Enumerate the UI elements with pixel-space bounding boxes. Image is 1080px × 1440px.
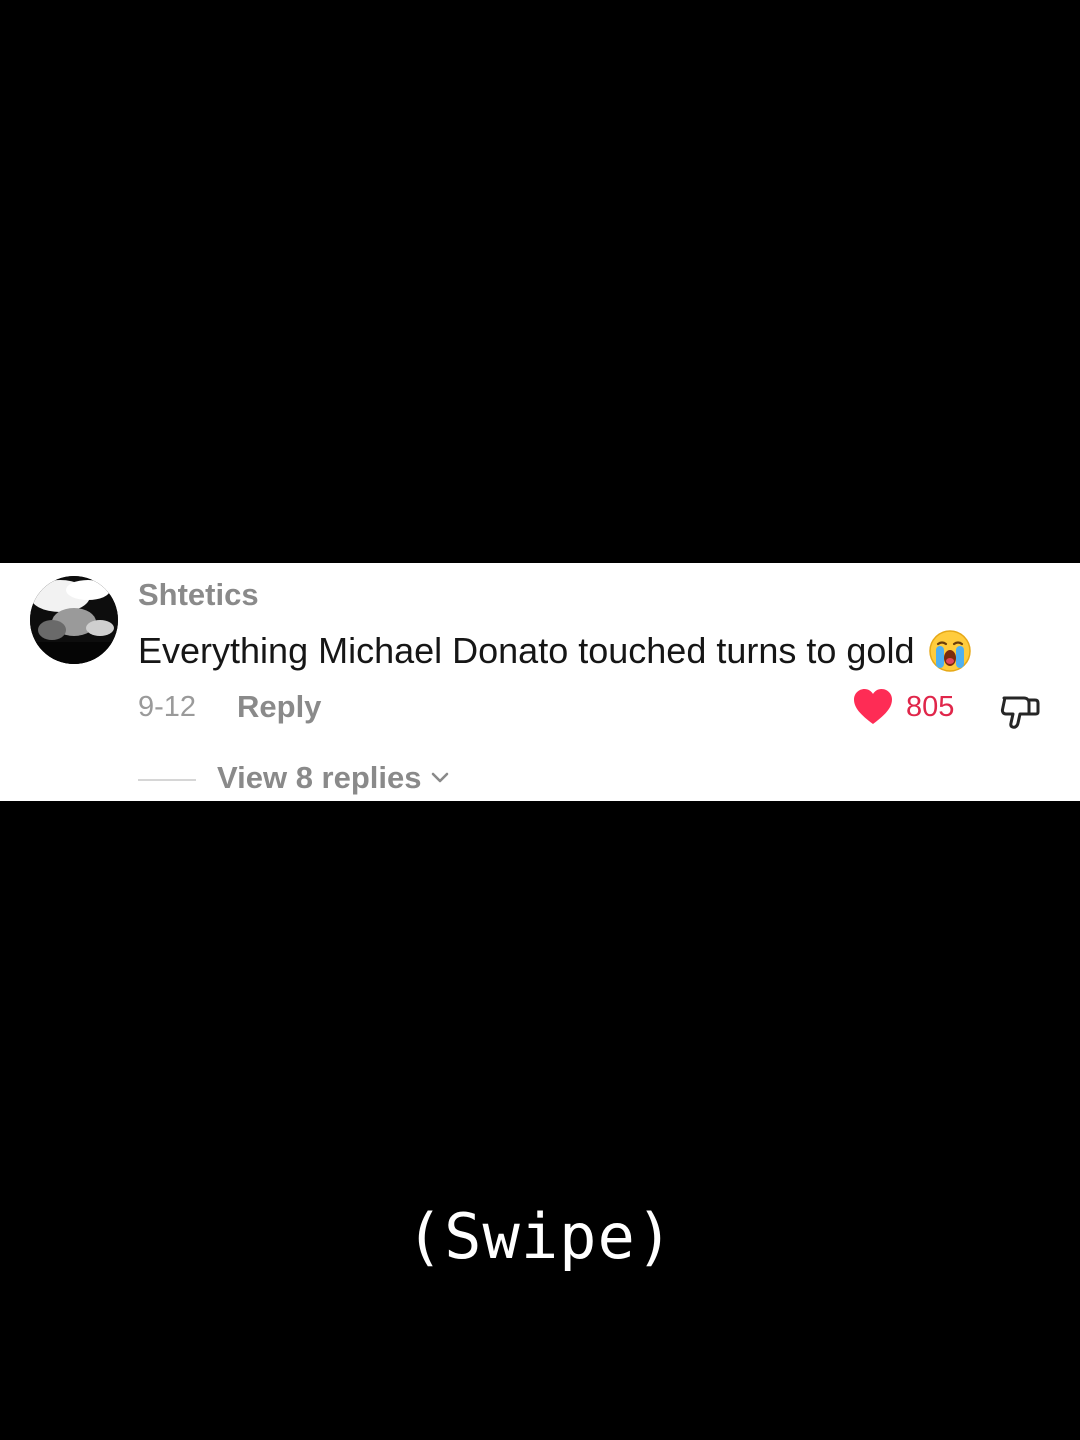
comment-body: Everything Michael Donato touched turns … [138,629,972,673]
loudly-crying-face-icon [929,630,972,672]
comment-card: Shtetics Everything Michael Donato touch… [0,563,1080,801]
chevron-down-icon [431,772,448,783]
thumbs-down-icon[interactable] [998,690,1042,734]
comment-username[interactable]: Shtetics [138,577,259,613]
like-button[interactable]: 805 [852,687,954,727]
avatar[interactable] [30,576,118,664]
avatar-image [30,576,118,664]
replies-divider [138,779,196,781]
heart-icon [854,689,892,724]
view-replies-label: View 8 replies [217,760,422,795]
reply-button[interactable]: Reply [237,689,321,725]
like-count: 805 [906,690,955,723]
comment-text: Everything Michael Donato touched turns … [138,630,915,671]
comment-date: 9-12 [138,691,197,723]
video-frame: Shtetics Everything Michael Donato touch… [0,0,1080,1440]
view-replies-button[interactable]: View 8 replies [217,760,452,796]
swipe-caption: (Swipe) [405,1200,675,1273]
